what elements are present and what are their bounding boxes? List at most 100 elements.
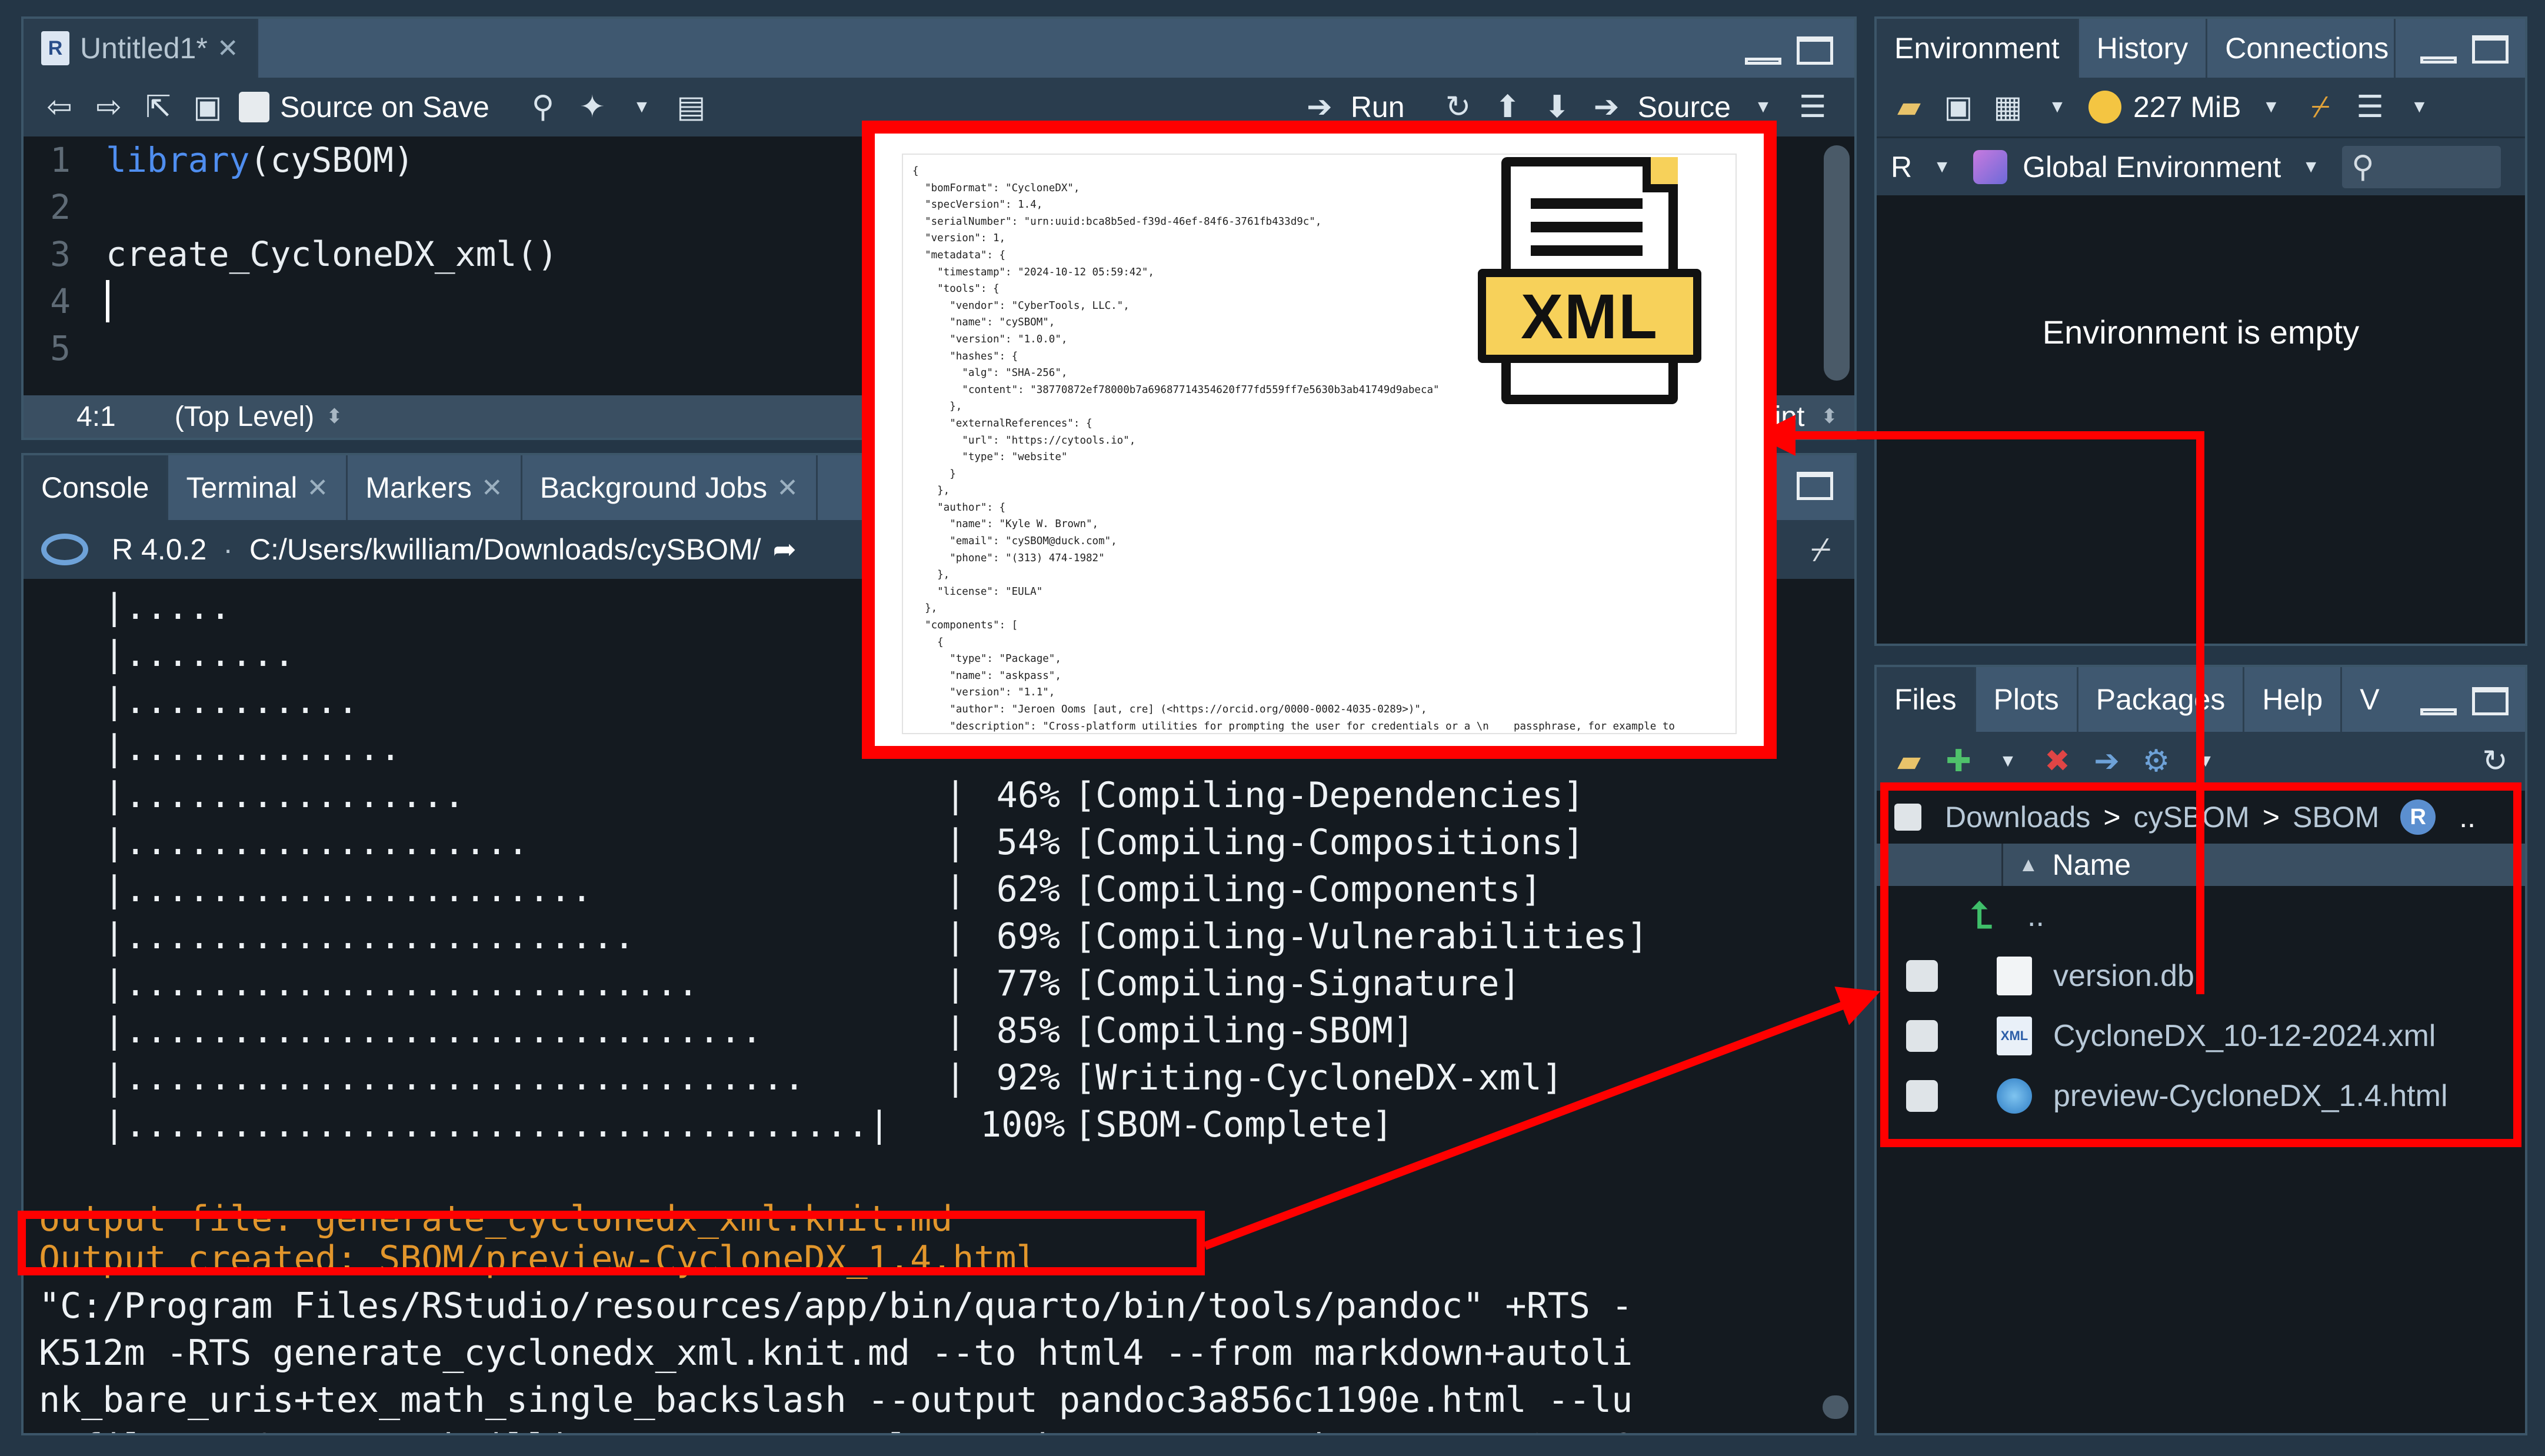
close-icon[interactable]: ✕ bbox=[777, 473, 798, 503]
search-icon[interactable]: ⚲ bbox=[525, 89, 561, 125]
environment-window-controls[interactable] bbox=[2420, 35, 2509, 64]
minimize-icon[interactable] bbox=[1745, 58, 1781, 65]
scope-chevron-icon[interactable]: ⬍ bbox=[326, 405, 343, 428]
environment-search-input[interactable]: ⚲ bbox=[2342, 145, 2501, 188]
tab-environment[interactable]: Environment bbox=[1877, 19, 2079, 78]
files-window-controls[interactable] bbox=[2420, 687, 2509, 715]
up-arrow-icon[interactable]: ⬆ bbox=[1490, 89, 1526, 125]
chevron-down-icon[interactable]: ▼ bbox=[2253, 89, 2289, 125]
editor-window-controls[interactable] bbox=[1745, 36, 1833, 65]
minimize-icon[interactable] bbox=[2420, 708, 2457, 715]
back-arrow-icon[interactable]: ⇦ bbox=[41, 89, 78, 125]
import-dataset-icon[interactable]: ▦ bbox=[1990, 89, 2026, 125]
run-icon[interactable]: ➔ bbox=[1301, 89, 1338, 125]
chevron-down-icon[interactable]: ▼ bbox=[2039, 89, 2076, 125]
maximize-icon[interactable] bbox=[1797, 36, 1833, 65]
tab-files[interactable]: Files bbox=[1877, 667, 1976, 732]
tab-markers[interactable]: Markers ✕ bbox=[348, 455, 522, 520]
chevron-down-icon[interactable]: ▼ bbox=[624, 89, 660, 125]
code-text: create_CycloneDX_xml bbox=[106, 234, 517, 274]
file-type-selector[interactable]: ipt bbox=[1775, 401, 1805, 433]
progress-percent: 77% bbox=[996, 963, 1060, 1004]
tab-plots[interactable]: Plots bbox=[1976, 667, 2078, 732]
maximize-icon[interactable] bbox=[1797, 472, 1833, 500]
clear-broom-icon[interactable]: ⌿ bbox=[2302, 89, 2339, 125]
xml-badge-label: XML bbox=[1521, 280, 1658, 352]
working-directory[interactable]: C:/Users/kwilliam/Downloads/cySBOM/ bbox=[249, 532, 761, 567]
json-line: "email": "cySBOM@duck.com", bbox=[912, 535, 1117, 548]
chevron-down-icon[interactable]: ▼ bbox=[1990, 743, 2026, 779]
progress-label: [Compiling-Signature] bbox=[1074, 963, 1521, 1004]
goto-directory-icon[interactable]: ➦ bbox=[773, 533, 797, 566]
save-icon[interactable]: ▣ bbox=[189, 89, 226, 125]
show-in-window-icon[interactable]: ⇱ bbox=[140, 89, 176, 125]
environment-scope[interactable]: Global Environment bbox=[2023, 150, 2281, 184]
close-icon[interactable]: ✕ bbox=[481, 473, 503, 503]
source-on-save-checkbox[interactable] bbox=[239, 92, 269, 122]
run-button[interactable]: Run bbox=[1351, 90, 1405, 124]
source-button[interactable]: Source bbox=[1638, 90, 1731, 124]
rerun-icon[interactable]: ↻ bbox=[1440, 89, 1477, 125]
new-file-icon[interactable]: ✚ bbox=[1940, 743, 1977, 779]
magic-wand-icon[interactable]: ✦ bbox=[574, 89, 611, 125]
delete-icon[interactable]: ✖ bbox=[2039, 743, 2076, 779]
chevron-down-icon[interactable]: ▼ bbox=[2187, 743, 2224, 779]
json-line: "version": "1.1", bbox=[912, 687, 1055, 699]
maximize-icon[interactable] bbox=[2472, 35, 2509, 64]
progress-dots: |........... bbox=[104, 681, 359, 722]
outline-icon[interactable]: ☰ bbox=[1794, 89, 1831, 125]
language-selector[interactable]: R bbox=[1891, 150, 1912, 184]
clear-console-icon[interactable]: ⌿ bbox=[1811, 530, 1831, 569]
forward-arrow-icon[interactable]: ⇨ bbox=[91, 89, 127, 125]
tab-background-jobs[interactable]: Background Jobs ✕ bbox=[522, 455, 818, 520]
refresh-icon[interactable]: ↻ bbox=[2477, 743, 2513, 779]
json-line: "phone": "(313) 474-1982" bbox=[912, 552, 1105, 564]
tab-viewer[interactable]: V bbox=[2342, 667, 2397, 732]
save-icon[interactable]: ▣ bbox=[1940, 89, 1977, 125]
filetype-chevron-icon[interactable]: ⬍ bbox=[1821, 405, 1838, 428]
tab-history[interactable]: History bbox=[2079, 19, 2208, 78]
chevron-down-icon[interactable]: ▼ bbox=[2401, 89, 2437, 125]
progress-row: |................................ | 92% [Wr… bbox=[39, 1054, 1819, 1101]
progress-separator: | bbox=[945, 1010, 967, 1051]
global-env-icon bbox=[1973, 149, 2008, 184]
editor-scrollbar[interactable] bbox=[1824, 145, 1850, 381]
tab-help-label: Help bbox=[2262, 683, 2323, 716]
console-window-controls[interactable] bbox=[1797, 472, 1833, 500]
minimize-icon[interactable] bbox=[2420, 56, 2457, 64]
pandoc-line: a-filter "C:\Users\kwilliam\AppData\Loca… bbox=[39, 1424, 1819, 1433]
source-icon[interactable]: ➔ bbox=[1588, 89, 1625, 125]
list-view-icon[interactable]: ☰ bbox=[2351, 89, 2388, 125]
tab-connections[interactable]: Connections bbox=[2207, 19, 2396, 78]
progress-row: |...................................| 100… bbox=[39, 1101, 1819, 1148]
new-folder-icon[interactable]: ▰ bbox=[1891, 743, 1927, 779]
memory-usage[interactable]: 227 MiB bbox=[2133, 90, 2241, 124]
rename-icon[interactable]: ➔ bbox=[2088, 743, 2125, 779]
load-workspace-icon[interactable]: ▰ bbox=[1891, 89, 1927, 125]
json-line: "author": "Jeroen Ooms [aut, cre] (<http… bbox=[912, 704, 1427, 715]
gear-icon[interactable]: ⚙ bbox=[2138, 743, 2174, 779]
down-arrow-icon[interactable]: ⬇ bbox=[1539, 89, 1575, 125]
tab-terminal[interactable]: Terminal ✕ bbox=[168, 455, 348, 520]
close-icon[interactable]: ✕ bbox=[217, 34, 239, 64]
tab-packages[interactable]: Packages bbox=[2078, 667, 2245, 732]
console-scrollbar[interactable] bbox=[1823, 1395, 1848, 1419]
pandoc-line: "C:/Program Files/RStudio/resources/app/… bbox=[39, 1285, 1633, 1327]
json-line: "name": "Kyle W. Brown", bbox=[912, 518, 1099, 531]
json-line: "license": "EULA" bbox=[912, 585, 1043, 598]
tab-help[interactable]: Help bbox=[2244, 667, 2343, 732]
tab-console[interactable]: Console bbox=[24, 455, 169, 520]
chevron-down-icon[interactable]: ▼ bbox=[1745, 89, 1781, 125]
progress-separator: | bbox=[945, 822, 967, 863]
scope-selector[interactable]: (Top Level) bbox=[175, 401, 314, 433]
compile-report-icon[interactable]: ▤ bbox=[673, 89, 709, 125]
chevron-down-icon[interactable]: ▼ bbox=[2293, 149, 2329, 185]
chevron-down-icon[interactable]: ▼ bbox=[1924, 149, 1960, 185]
progress-label: [Compiling-Dependencies] bbox=[1074, 775, 1584, 816]
maximize-icon[interactable] bbox=[2472, 687, 2509, 715]
memory-pie-icon[interactable] bbox=[2088, 91, 2121, 124]
code-text: library bbox=[106, 140, 250, 180]
progress-label: [Compiling-Vulnerabilities] bbox=[1074, 916, 1648, 957]
tab-untitled1[interactable]: R Untitled1* ✕ bbox=[24, 19, 258, 78]
close-icon[interactable]: ✕ bbox=[307, 473, 328, 503]
